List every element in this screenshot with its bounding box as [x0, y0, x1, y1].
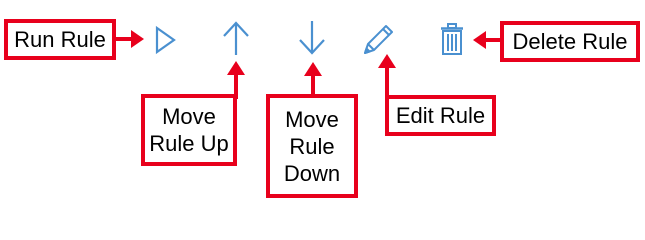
arrow-up-icon [223, 21, 249, 55]
edit-rule-button[interactable] [364, 22, 394, 56]
edit-rule-arrowhead [378, 54, 396, 68]
edit-rule-connector [385, 67, 389, 97]
move-rule-down-callout: Move Rule Down [266, 94, 358, 198]
move-rule-up-arrowhead [227, 61, 245, 75]
play-triangle-icon [155, 25, 176, 55]
delete-rule-button[interactable] [437, 22, 467, 56]
delete-rule-callout: Delete Rule [500, 21, 640, 62]
run-rule-arrowhead [131, 30, 144, 48]
move-rule-down-button[interactable] [297, 21, 327, 55]
trash-icon [441, 23, 463, 55]
pencil-icon [364, 25, 393, 54]
delete-rule-arrowhead [473, 31, 486, 49]
run-rule-button[interactable] [150, 23, 180, 57]
move-rule-down-connector [311, 75, 315, 96]
run-rule-callout: Run Rule [4, 19, 116, 60]
edit-rule-callout: Edit Rule [385, 95, 496, 136]
move-rule-down-arrowhead [304, 62, 322, 76]
move-rule-up-callout: Move Rule Up [141, 94, 237, 166]
run-rule-arrow [114, 37, 133, 41]
move-rule-up-button[interactable] [221, 21, 251, 55]
arrow-down-icon [299, 21, 325, 55]
